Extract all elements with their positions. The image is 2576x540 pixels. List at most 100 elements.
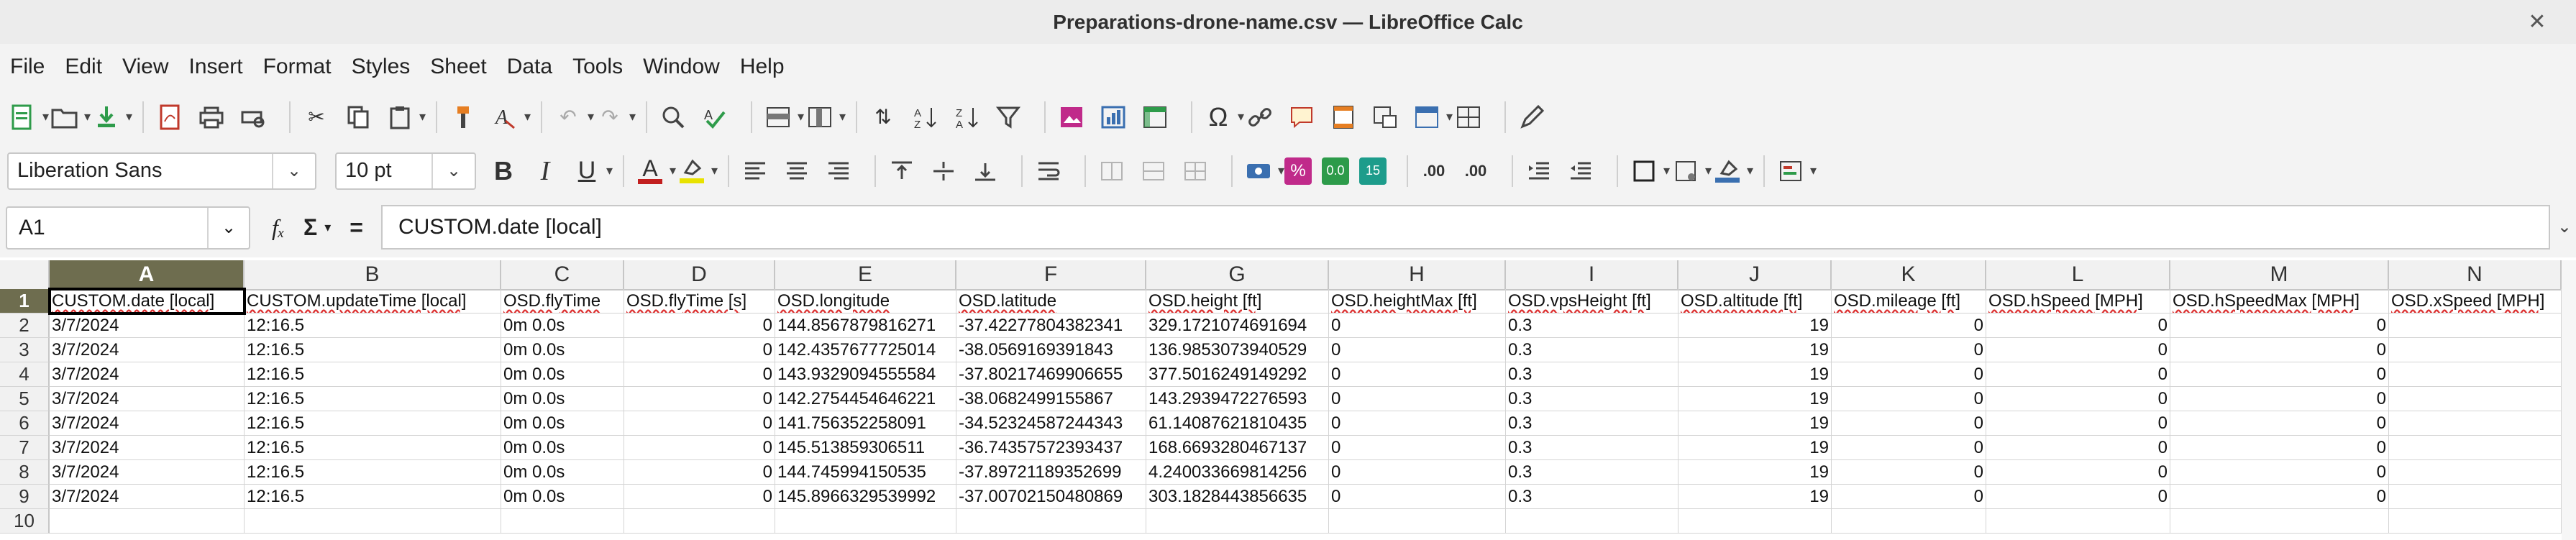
menu-file[interactable]: File — [0, 55, 55, 79]
chevron-down-icon[interactable]: ⌄ — [207, 207, 249, 248]
data-cell[interactable]: -38.0569169391843 — [956, 338, 1146, 362]
data-cell[interactable]: -37.42277804382341 — [956, 314, 1146, 338]
menu-tools[interactable]: Tools — [562, 55, 633, 79]
data-cell[interactable]: 0 — [1832, 338, 1986, 362]
decrease-indent-icon[interactable] — [1565, 154, 1597, 188]
data-cell[interactable] — [1832, 509, 1986, 534]
data-cell[interactable]: 0.3 — [1506, 485, 1678, 509]
header-cell[interactable]: OSD.flyTime — [501, 289, 624, 314]
column-header-b[interactable]: B — [245, 260, 501, 289]
menu-window[interactable]: Window — [633, 55, 730, 79]
formula-input[interactable]: CUSTOM.date [local] — [381, 205, 2550, 250]
data-cell[interactable]: 12:16.5 — [245, 485, 501, 509]
define-print-area-icon[interactable] — [1369, 100, 1401, 134]
data-cell[interactable]: 0.3 — [1506, 460, 1678, 485]
highlight-color-icon[interactable] — [676, 154, 718, 188]
name-box[interactable]: A1 ⌄ — [6, 206, 250, 250]
data-cell[interactable]: 0 — [1986, 314, 2170, 338]
data-cell[interactable]: -37.80217469906655 — [956, 362, 1146, 387]
row-header-4[interactable]: 4 — [0, 362, 50, 387]
data-cell[interactable]: -34.52324587244343 — [956, 411, 1146, 436]
add-decimal-button[interactable]: .00 — [1418, 154, 1450, 188]
data-cell[interactable] — [2389, 509, 2562, 534]
row-header-7[interactable]: 7 — [0, 436, 50, 460]
data-cell[interactable]: 142.4357677725014 — [775, 338, 956, 362]
menu-data[interactable]: Data — [497, 55, 562, 79]
column-header-i[interactable]: I — [1506, 260, 1678, 289]
merge-cells-icon[interactable] — [1138, 154, 1169, 188]
data-cell[interactable]: 0m 0.0s — [501, 411, 624, 436]
data-cell[interactable]: 19 — [1678, 460, 1832, 485]
freeze-rows-icon[interactable] — [1411, 100, 1453, 134]
redo-icon[interactable]: ↷ — [594, 100, 636, 134]
data-cell[interactable]: 0.3 — [1506, 387, 1678, 411]
copy-icon[interactable] — [342, 100, 374, 134]
data-cell[interactable] — [501, 509, 624, 534]
data-cell[interactable]: 0 — [2170, 460, 2389, 485]
data-cell[interactable] — [1506, 509, 1678, 534]
data-cell[interactable]: 0 — [624, 338, 775, 362]
delete-decimal-button[interactable]: .00 — [1460, 154, 1492, 188]
data-cell[interactable]: 168.6693280467137 — [1146, 436, 1329, 460]
data-cell[interactable]: 0 — [1832, 411, 1986, 436]
header-cell[interactable]: OSD.xSpeed [MPH] — [2389, 289, 2562, 314]
data-cell[interactable]: 19 — [1678, 436, 1832, 460]
headers-footers-icon[interactable] — [1328, 100, 1359, 134]
data-cell[interactable]: 0 — [1329, 460, 1506, 485]
data-cell[interactable]: 0 — [1329, 387, 1506, 411]
data-cell[interactable] — [2389, 314, 2562, 338]
print-preview-icon[interactable] — [237, 100, 269, 134]
sort-icon[interactable]: ⇅ — [867, 100, 899, 134]
spelling-icon[interactable]: A — [699, 100, 731, 134]
find-replace-icon[interactable] — [657, 100, 689, 134]
save-icon[interactable] — [91, 100, 132, 134]
font-size-combobox[interactable]: 10 pt ⌄ — [335, 152, 476, 190]
data-cell[interactable] — [2389, 338, 2562, 362]
menu-edit[interactable]: Edit — [55, 55, 112, 79]
underline-button[interactable]: U — [571, 154, 613, 188]
data-cell[interactable]: 0m 0.0s — [501, 460, 624, 485]
row-header-6[interactable]: 6 — [0, 411, 50, 436]
data-cell[interactable]: 377.5016249149292 — [1146, 362, 1329, 387]
align-middle-icon[interactable] — [928, 154, 959, 188]
data-cell[interactable] — [1986, 509, 2170, 534]
data-cell[interactable]: 0 — [1986, 436, 2170, 460]
data-cell[interactable]: 0 — [1986, 362, 2170, 387]
header-cell[interactable]: OSD.longitude — [775, 289, 956, 314]
header-cell[interactable]: OSD.height [ft] — [1146, 289, 1329, 314]
expand-formula-bar-icon[interactable]: ⌄ — [2557, 216, 2572, 237]
header-cell[interactable]: OSD.heightMax [ft] — [1329, 289, 1506, 314]
data-cell[interactable]: 0 — [2170, 387, 2389, 411]
header-cell[interactable]: OSD.altitude [ft] — [1678, 289, 1832, 314]
data-cell[interactable]: 3/7/2024 — [50, 411, 245, 436]
data-cell[interactable]: 12:16.5 — [245, 411, 501, 436]
unmerge-cells-icon[interactable] — [1179, 154, 1211, 188]
data-cell[interactable] — [1678, 509, 1832, 534]
column-header-l[interactable]: L — [1986, 260, 2170, 289]
sum-icon[interactable]: Σ ▾ — [303, 214, 331, 241]
menu-sheet[interactable]: Sheet — [420, 55, 496, 79]
column-header-g[interactable]: G — [1146, 260, 1329, 289]
data-cell[interactable]: 0 — [624, 387, 775, 411]
data-cell[interactable]: 303.1828443856635 — [1146, 485, 1329, 509]
data-cell[interactable]: 0 — [1832, 387, 1986, 411]
data-cell[interactable]: 19 — [1678, 387, 1832, 411]
data-cell[interactable] — [775, 509, 956, 534]
data-cell[interactable]: 0m 0.0s — [501, 436, 624, 460]
data-cell[interactable]: 3/7/2024 — [50, 338, 245, 362]
row-header-3[interactable]: 3 — [0, 338, 50, 362]
increase-indent-icon[interactable] — [1523, 154, 1555, 188]
data-cell[interactable]: 12:16.5 — [245, 387, 501, 411]
data-cell[interactable]: 329.1721074691694 — [1146, 314, 1329, 338]
align-bottom-icon[interactable] — [969, 154, 1001, 188]
data-cell[interactable]: 145.513859306511 — [775, 436, 956, 460]
row-header-8[interactable]: 8 — [0, 460, 50, 485]
autofilter-icon[interactable] — [992, 100, 1024, 134]
vertical-scrollbar[interactable] — [2562, 260, 2576, 540]
data-cell[interactable]: 0 — [1329, 362, 1506, 387]
data-cell[interactable]: 0 — [2170, 436, 2389, 460]
data-cell[interactable] — [50, 509, 245, 534]
row-icon[interactable] — [762, 100, 804, 134]
new-document-icon[interactable] — [7, 100, 49, 134]
data-cell[interactable] — [2389, 485, 2562, 509]
